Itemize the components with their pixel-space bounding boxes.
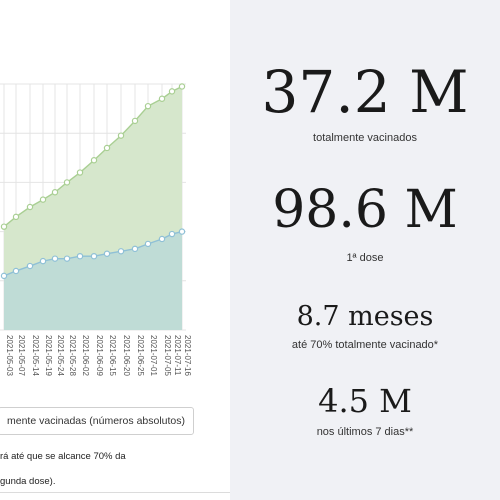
data-point-fully-vaccinated <box>158 235 166 243</box>
x-tick-label: 2021-06-25 <box>136 335 145 376</box>
x-tick-label: 2021-05-14 <box>31 335 40 376</box>
data-point-first-dose <box>39 196 47 203</box>
data-point-fully-vaccinated <box>76 253 84 260</box>
stat-time-to-70: 8.7 meses até 70% totalmente vacinado* <box>230 300 500 351</box>
stat-value: 8.7 meses <box>296 301 434 332</box>
stats-panel: 37.2 M totalmente vacinados 98.6 M 1ª do… <box>230 0 500 500</box>
data-point-fully-vaccinated <box>12 267 20 275</box>
data-point-first-dose <box>51 189 59 196</box>
stat-first-dose: 98.6 M 1ª dose <box>230 180 500 264</box>
x-tick-label: 2021-05-03 <box>5 335 14 376</box>
data-point-fully-vaccinated <box>51 255 59 262</box>
data-point-first-dose <box>168 88 176 95</box>
data-point-first-dose <box>117 132 125 139</box>
data-point-fully-vaccinated <box>144 240 152 248</box>
x-tick-label: 2021-07-05 <box>163 335 172 376</box>
x-tick-label: 2021-06-02 <box>81 335 90 376</box>
stat-label: totalmente vacinados <box>313 132 417 144</box>
data-point-first-dose <box>76 169 84 176</box>
x-tick-label: 2021-07-16 <box>183 335 192 376</box>
data-point-first-dose <box>158 95 166 102</box>
data-point-first-dose <box>131 117 139 125</box>
footnote-line-1: rá até que se alcance 70% da <box>0 451 126 462</box>
x-tick-label: 2021-05-07 <box>17 335 26 376</box>
data-point-fully-vaccinated <box>39 257 47 265</box>
footnote-line-2: gunda dose). <box>0 476 56 487</box>
vaccination-area-chart: 2021-05-03 2021-05-07 2021-05-14 2021-05-19… <box>0 83 192 376</box>
chart-mode-toggle-button[interactable]: mente vacinadas (números absolutos) <box>0 407 195 435</box>
data-point-fully-vaccinated <box>117 248 125 255</box>
stat-label: até 70% totalmente vacinado* <box>291 339 439 351</box>
stat-value: 37.2 M <box>261 58 469 126</box>
data-point-first-dose <box>26 203 34 211</box>
stat-value: 4.5 M <box>318 382 412 420</box>
data-point-fully-vaccinated <box>178 228 186 235</box>
x-tick-label: 2021-05-19 <box>44 335 53 376</box>
stat-label: 1ª dose <box>346 252 384 264</box>
x-tick-label: 2021-06-09 <box>95 335 104 376</box>
x-tick-label: 2021-06-15 <box>108 335 117 376</box>
chart-mode-toggle-label: mente vacinadas (números absolutos) <box>7 415 186 427</box>
data-point-fully-vaccinated <box>26 262 34 270</box>
data-point-first-dose <box>0 223 8 230</box>
data-point-fully-vaccinated <box>168 230 176 238</box>
x-tick-label: 2021-06-20 <box>122 335 131 376</box>
data-point-first-dose <box>144 102 152 110</box>
data-point-first-dose <box>12 213 20 221</box>
data-point-first-dose <box>63 179 71 186</box>
data-point-fully-vaccinated <box>103 250 111 257</box>
chart-panel: 2021-05-03 2021-05-07 2021-05-14 2021-05-19… <box>0 0 230 500</box>
divider <box>0 492 230 493</box>
data-point-fully-vaccinated <box>63 255 71 262</box>
data-point-first-dose <box>178 83 186 90</box>
x-tick-label: 2021-07-11 <box>173 335 182 376</box>
data-point-first-dose <box>90 157 98 164</box>
x-tick-label: 2021-07-01 <box>149 335 158 376</box>
x-tick-label: 2021-05-28 <box>68 335 77 376</box>
data-point-first-dose <box>103 144 111 152</box>
stat-label: nos últimos 7 dias** <box>316 426 414 438</box>
stat-fully-vaccinated: 37.2 M totalmente vacinados <box>230 58 500 144</box>
data-point-fully-vaccinated <box>131 245 139 253</box>
data-point-fully-vaccinated <box>0 272 8 280</box>
data-point-fully-vaccinated <box>90 253 98 260</box>
stat-last-7-days: 4.5 M nos últimos 7 dias** <box>230 382 500 438</box>
stat-value: 98.6 M <box>272 180 458 240</box>
x-tick-label: 2021-05-24 <box>56 335 65 376</box>
